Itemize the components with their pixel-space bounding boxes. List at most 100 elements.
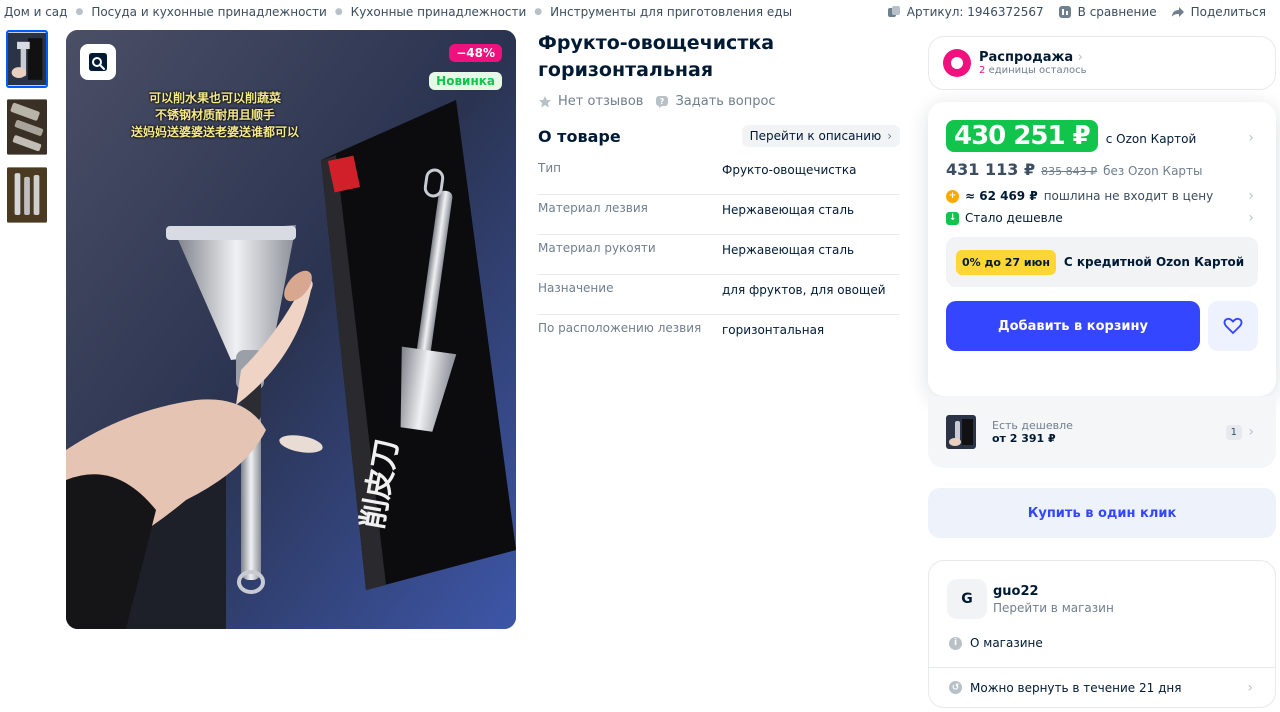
spec-list: Тип Фрукто-овощечистка Материал лезвия Н… <box>538 155 900 355</box>
cart-row: Добавить в корзину <box>946 301 1258 351</box>
sale-banner[interactable]: Распродажа › 2 единицы осталось <box>928 36 1276 90</box>
return-policy-row[interactable]: ↺ Можно вернуть в течение 21 дня › <box>929 667 1275 707</box>
buy-one-click-button[interactable]: Купить в один клик <box>928 488 1276 538</box>
duty-value: ≈ 62 469 ₽ <box>965 189 1038 203</box>
reviews-link[interactable]: Нет отзывов <box>538 94 643 109</box>
duty-row[interactable]: + ≈ 62 469 ₽ пошлина не входит в цену › <box>946 188 1258 204</box>
product-title: Фрукто-овощечистка горизонтальная <box>538 32 775 81</box>
breadcrumb-item[interactable]: Дом и сад <box>4 5 67 19</box>
question-icon: ? <box>656 95 669 108</box>
chevron-right-icon: › <box>1077 50 1083 65</box>
credit-tag: 0% до 27 июн <box>956 249 1056 275</box>
spec-row: Назначение для фруктов, для овощей <box>538 275 900 315</box>
product-meta: Нет отзывов ? Задать вопрос <box>538 94 900 109</box>
return-policy-label: Можно вернуть в течение 21 дня <box>970 680 1182 695</box>
share-label: Поделиться <box>1190 5 1266 19</box>
credit-text: С кредитной Ozon Картой <box>1063 255 1245 269</box>
about-store-label: О магазине <box>970 636 1043 650</box>
spec-key: По расположению лезвия <box>538 321 702 335</box>
product-info: Фрукто-овощечистка горизонтальная Нет от… <box>538 30 900 355</box>
sale-remaining: 2 единицы осталось <box>979 65 1087 76</box>
compare-button[interactable]: В сравнение <box>1058 5 1157 19</box>
breadcrumb-separator: ● <box>75 7 84 17</box>
favorite-button[interactable] <box>1208 301 1258 351</box>
breadcrumb-item[interactable]: Кухонные принадлежности <box>351 5 527 19</box>
card-price: 430 251 ₽ <box>946 120 1098 152</box>
seller-card: G guo22 Перейти в магазин i О магазине ↺… <box>928 560 1276 708</box>
spec-row: Тип Фрукто-овощечистка <box>538 155 900 195</box>
thumbnail-list <box>6 30 52 234</box>
sale-title: Распродажа <box>979 50 1074 65</box>
thumbnail-3[interactable] <box>6 166 48 224</box>
visual-search-button[interactable] <box>80 44 116 80</box>
sale-icon <box>943 49 971 77</box>
overlay-line: 不锈钢材质耐用且顺手 <box>154 108 275 122</box>
cheaper-row[interactable]: ↓ Стало дешевле › <box>946 210 1258 226</box>
seller-avatar: G <box>947 579 987 619</box>
discount-badge: −48% <box>449 44 502 62</box>
add-to-cart-button[interactable]: Добавить в корзину <box>946 301 1200 351</box>
chevron-right-icon: › <box>1248 130 1254 146</box>
chevron-right-icon: › <box>887 129 892 143</box>
return-icon: ↺ <box>949 681 962 694</box>
about-store-link[interactable]: i О магазине <box>949 636 1043 650</box>
breadcrumb-separator: ● <box>534 7 543 17</box>
regular-price: 431 113 ₽ <box>946 160 1036 179</box>
credit-offer[interactable]: 0% до 27 июн С кредитной Ozon Картой <box>946 237 1258 287</box>
product-main-image[interactable]: 削皮刀 可以削水果也可以削蔬菜 不锈钢材质耐用且顺手 送妈妈送婆婆送老婆送谁都可… <box>66 30 516 629</box>
arrow-down-icon: ↓ <box>946 211 959 225</box>
cheaper-offer[interactable]: Есть дешевле от 2 391 ₽ 1 › <box>928 396 1276 468</box>
star-icon <box>539 95 551 107</box>
spec-row: По расположению лезвия горизонтальная <box>538 315 900 355</box>
spec-value: Нержавеющая сталь <box>722 203 855 217</box>
compare-icon <box>1058 6 1071 18</box>
spec-key: Материал лезвия <box>538 201 648 215</box>
info-icon: i <box>949 636 962 650</box>
svg-text:?: ? <box>660 97 665 106</box>
cheaper-label: Стало дешевле <box>965 211 1063 225</box>
cheaper-offer-image <box>946 415 976 449</box>
spec-key: Назначение <box>538 281 614 295</box>
new-badge: Новинка <box>429 72 502 90</box>
spec-value: горизонтальная <box>722 323 825 337</box>
breadcrumb-item[interactable]: Инструменты для приготовления еды <box>550 5 792 19</box>
price-card: 430 251 ₽ с Ozon Картой › 431 113 ₽ 835 … <box>928 102 1276 396</box>
spec-key: Тип <box>538 161 561 175</box>
top-actions: Артикул: 1946372567 В сравнение Поделить… <box>887 4 1266 20</box>
regular-price-note: без Ozon Карты <box>1103 164 1203 178</box>
sale-count: 2 <box>979 65 986 76</box>
chevron-right-icon: › <box>1248 210 1254 226</box>
ask-question-label: Задать вопрос <box>675 94 776 109</box>
heart-icon <box>1223 317 1243 335</box>
article-number[interactable]: Артикул: 1946372567 <box>887 5 1044 19</box>
share-button[interactable]: Поделиться <box>1171 5 1266 19</box>
spec-value: Нержавеющая сталь <box>722 243 855 257</box>
thumbnail-2[interactable] <box>6 98 48 156</box>
spec-row: Материал лезвия Нержавеющая сталь <box>538 195 900 235</box>
camera-search-icon <box>89 53 107 71</box>
card-price-row[interactable]: 430 251 ₽ с Ozon Картой › <box>946 120 1258 152</box>
overlay-line: 可以削水果也可以削蔬菜 <box>148 91 281 105</box>
copy-icon <box>887 6 900 17</box>
plus-coin-icon: + <box>946 189 959 203</box>
chevron-right-icon: › <box>1248 424 1254 440</box>
ask-question-link[interactable]: ? Задать вопрос <box>655 94 776 109</box>
chevron-right-icon: › <box>1247 679 1253 696</box>
seller-name[interactable]: guo22 <box>993 584 1114 599</box>
overlay-line: 送妈妈送婆婆送老婆送谁都可以 <box>130 125 299 139</box>
goto-description-button[interactable]: Перейти к описанию › <box>741 125 900 147</box>
overlay-caption: 可以削水果也可以削蔬菜 不锈钢材质耐用且顺手 送妈妈送婆婆送老婆送谁都可以 <box>120 90 310 141</box>
article-label: Артикул: 1946372567 <box>906 5 1044 19</box>
go-to-store-link[interactable]: Перейти в магазин <box>993 601 1114 615</box>
thumbnail-1[interactable] <box>6 30 48 88</box>
old-price: 835 843 ₽ <box>1041 165 1098 178</box>
spec-value: для фруктов, для овощей <box>722 283 886 297</box>
cheaper-offer-label: Есть дешевле <box>992 419 1073 432</box>
seller-header[interactable]: G guo22 Перейти в магазин <box>947 579 1114 619</box>
sale-remaining-label: единицы осталось <box>988 65 1087 76</box>
breadcrumb-item[interactable]: Посуда и кухонные принадлежности <box>91 5 327 19</box>
card-price-note: с Ozon Картой <box>1105 132 1197 146</box>
duty-note: пошлина не входит в цену <box>1043 189 1214 203</box>
sale-title-row: Распродажа › <box>979 50 1087 65</box>
offer-count-badge: 1 <box>1225 424 1242 440</box>
